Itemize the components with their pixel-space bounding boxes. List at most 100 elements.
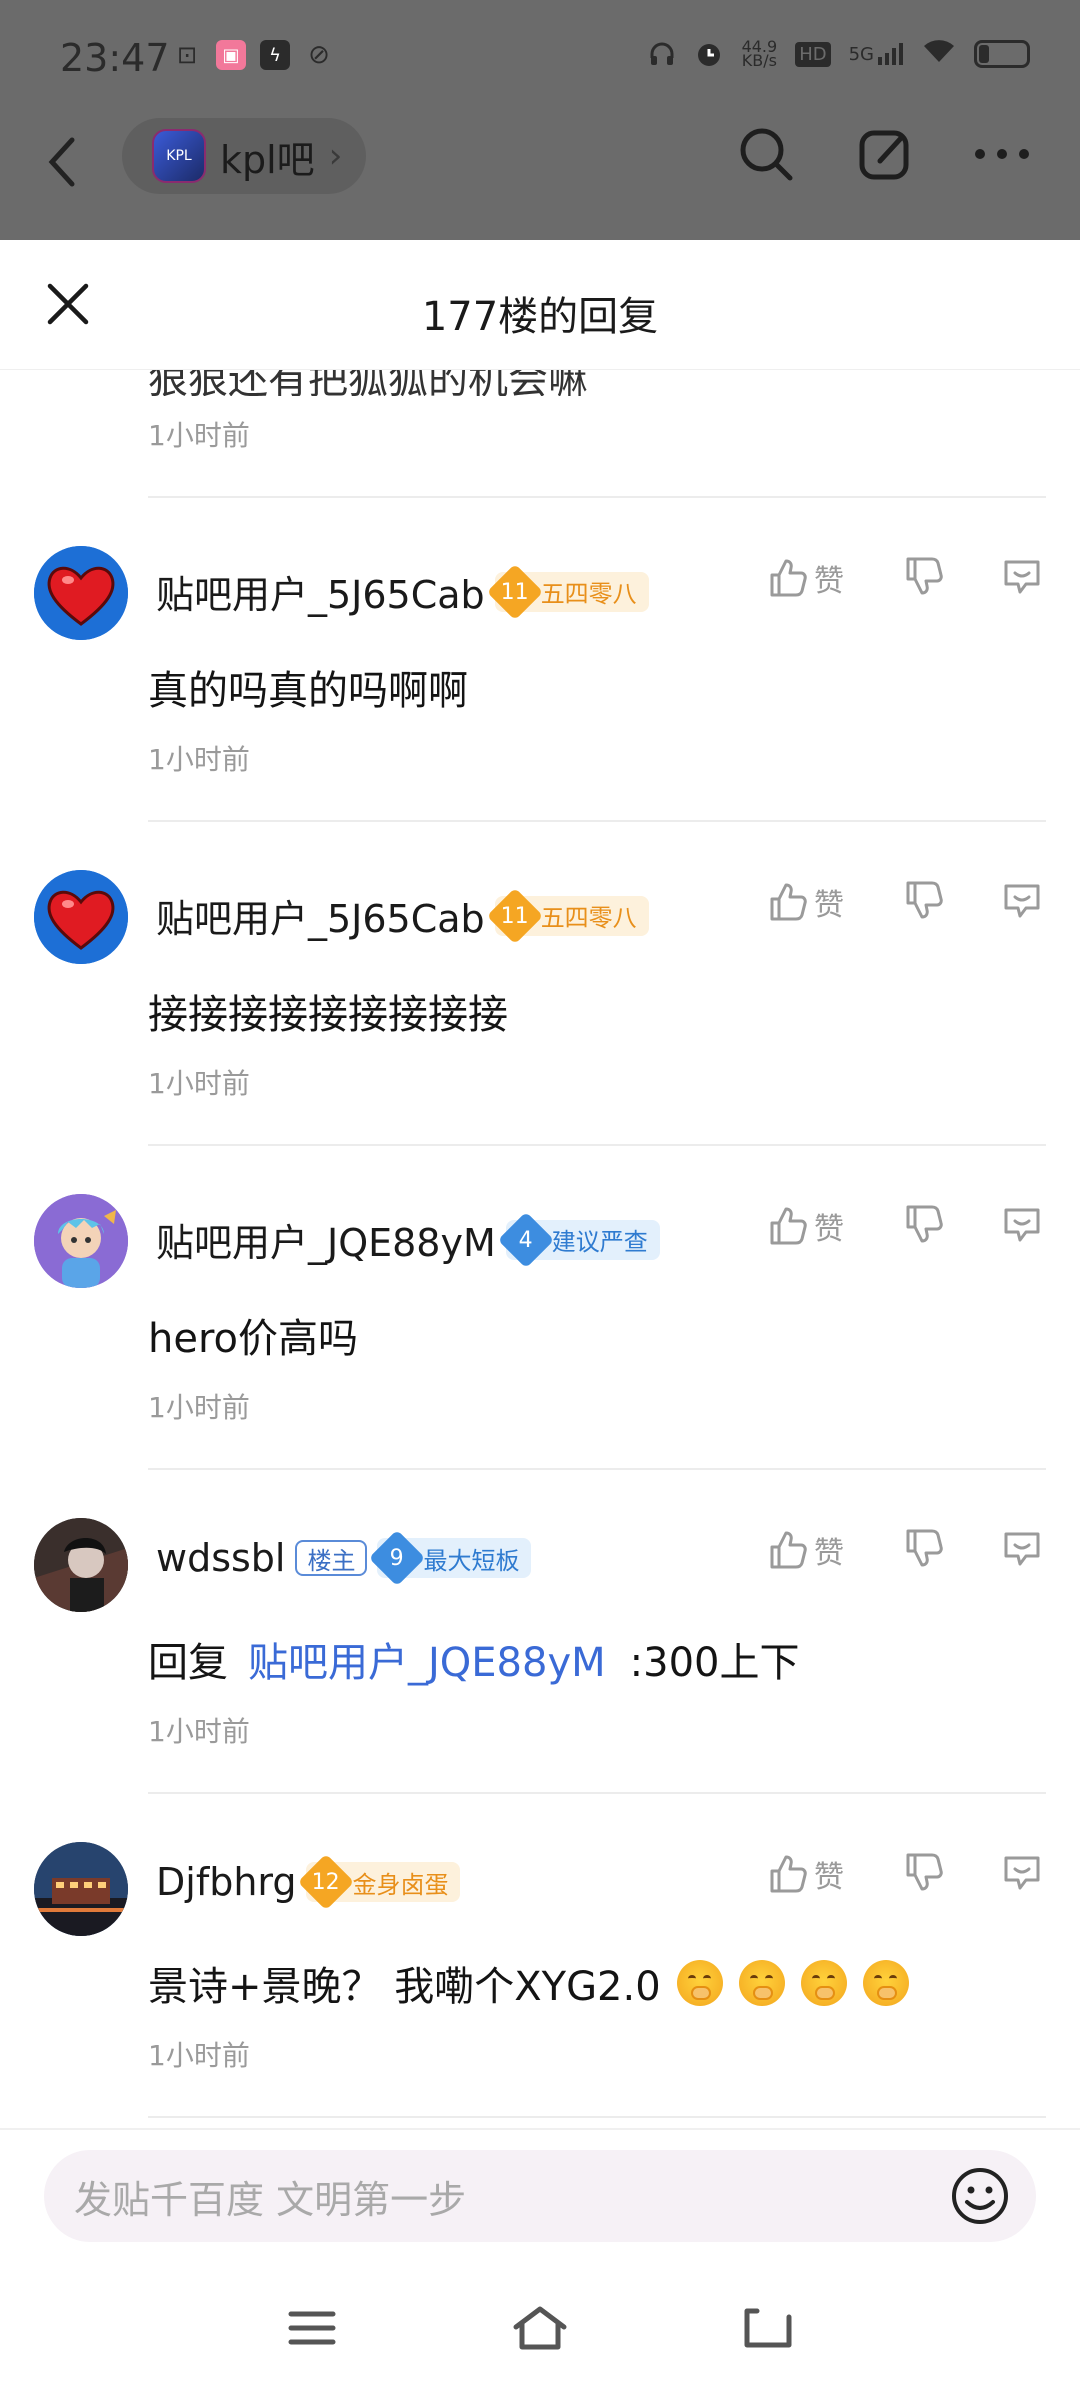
- thumbs-up-icon: [770, 559, 807, 597]
- wifi-icon: [922, 38, 956, 70]
- like-button[interactable]: 赞: [766, 556, 844, 600]
- reply-content: 狠狠还有把狐狐的机会嘛: [148, 370, 588, 396]
- bolt-app-icon: ϟ: [260, 40, 290, 70]
- system-indicators: 44.9 KB/s HD 5G: [648, 38, 1030, 70]
- reply-actions: 赞: [766, 554, 1044, 602]
- like-button[interactable]: 赞: [766, 1852, 844, 1896]
- list-item[interactable]: wdssbl 楼主 9 最大短板 赞 回复 贴吧用户_JQE88yM:300上…: [0, 1470, 1080, 1794]
- level-badge: 11 五四零八: [486, 887, 649, 944]
- notification-icons: ⊡ ▣ ϟ ⊘: [172, 40, 334, 70]
- reply-prefix: 回复: [148, 1640, 228, 1686]
- username[interactable]: wdssbl: [156, 1536, 285, 1580]
- username-row: wdssbl 楼主 9 最大短板: [156, 1529, 532, 1587]
- avatar[interactable]: [34, 546, 128, 640]
- reply-time: 1小时前: [148, 1067, 250, 1100]
- like-button[interactable]: 赞: [766, 1204, 844, 1248]
- reply-text: :300上下: [629, 1640, 800, 1686]
- status-time: 23:47: [60, 36, 170, 80]
- menu-icon[interactable]: [287, 2308, 337, 2352]
- dislike-icon[interactable]: [902, 879, 944, 925]
- search-icon[interactable]: [736, 124, 796, 184]
- net-speed-unit: KB/s: [741, 51, 777, 70]
- comment-icon[interactable]: [1000, 1526, 1044, 1574]
- forum-button[interactable]: KPL kpl吧 ›: [122, 118, 366, 194]
- more-icon[interactable]: [974, 144, 1030, 164]
- signal-icon: 5G: [849, 43, 904, 65]
- dislike-icon[interactable]: [902, 1203, 944, 1249]
- avatar[interactable]: [34, 1194, 128, 1288]
- reply-list: 狠狠还有把狐狐的机会嘛 1小时前 贴吧用户_5J65Cab 11 五四零八 赞: [0, 370, 1080, 2118]
- username[interactable]: 贴吧用户_JQE88yM: [156, 1212, 496, 1267]
- list-item[interactable]: Djfbhrg 12 金身卤蛋 赞 景诗+景晚？ 我嘞个XYG2.0 1小时前: [0, 1794, 1080, 2118]
- link-app-icon: ⊘: [308, 40, 330, 70]
- dislike-icon[interactable]: [902, 1851, 944, 1897]
- level-badge: 4 建议严查: [497, 1211, 660, 1268]
- username-row: 贴吧用户_5J65Cab 11 五四零八: [156, 887, 649, 944]
- edit-icon[interactable]: [856, 125, 914, 183]
- comment-icon[interactable]: [1000, 554, 1044, 602]
- like-button[interactable]: 赞: [766, 880, 844, 924]
- thumbs-up-icon: [770, 883, 807, 921]
- reply-content: hero价高吗: [148, 1316, 358, 1362]
- username-row: 贴吧用户_5J65Cab 11 五四零八: [156, 563, 649, 620]
- comment-input[interactable]: 发贴千百度 文明第一步: [44, 2150, 1036, 2242]
- reply-time: 1小时前: [148, 1715, 250, 1748]
- list-item: 狠狠还有把狐狐的机会嘛 1小时前: [0, 370, 1080, 498]
- battery-icon: [974, 40, 1030, 68]
- hd-icon: HD: [795, 41, 831, 67]
- reply-time: 1小时前: [148, 743, 250, 776]
- list-item[interactable]: 贴吧用户_5J65Cab 11 五四零八 赞 接接接接接接接接接 1小时前: [0, 822, 1080, 1146]
- smirk-face-emoji: [862, 1960, 909, 2006]
- emoji-icon[interactable]: [950, 2166, 1010, 2235]
- reply-text: 景诗+景晚？ 我嘞个XYG2.0: [148, 1964, 661, 2010]
- back-nav-icon[interactable]: [743, 2305, 793, 2355]
- divider: [148, 2116, 1046, 2118]
- list-item[interactable]: 贴吧用户_JQE88yM 4 建议严查 赞 hero价高吗 1小时前: [0, 1146, 1080, 1470]
- back-icon[interactable]: [44, 132, 80, 202]
- reply-time: 1小时前: [148, 1391, 250, 1424]
- reply-time: 1小时前: [148, 419, 250, 452]
- avatar[interactable]: [34, 1518, 128, 1612]
- reply-to-link[interactable]: 贴吧用户_JQE88yM: [248, 1630, 606, 1688]
- level-badge: 11 五四零八: [486, 563, 649, 620]
- bilibili-app-icon: ▣: [216, 40, 246, 70]
- thumbs-up-icon: [770, 1207, 807, 1245]
- reply-time: 1小时前: [148, 2039, 250, 2072]
- like-button[interactable]: 赞: [766, 1528, 844, 1572]
- comment-icon[interactable]: [1000, 878, 1044, 926]
- bilibili-tv-icon: ⊡: [176, 41, 198, 69]
- sheet-title: 177楼的回复: [421, 294, 659, 340]
- reply-content: 接接接接接接接接接: [148, 992, 508, 1038]
- reply-content: 景诗+景晚？ 我嘞个XYG2.0: [148, 1954, 909, 2012]
- smirk-face-emoji: [800, 1960, 847, 2006]
- smirk-face-emoji: [738, 1960, 785, 2006]
- dislike-icon[interactable]: [902, 1527, 944, 1573]
- sheet-header: 177楼的回复: [0, 240, 1080, 370]
- headphones-icon: [648, 40, 676, 68]
- reply-actions: 赞: [766, 1202, 1044, 1250]
- username[interactable]: 贴吧用户_5J65Cab: [156, 888, 485, 943]
- username[interactable]: Djfbhrg: [156, 1860, 296, 1904]
- level-badge: 12 金身卤蛋: [298, 1853, 461, 1911]
- input-placeholder: 发贴千百度 文明第一步: [74, 2177, 467, 2222]
- avatar[interactable]: [34, 1842, 128, 1936]
- home-icon[interactable]: [510, 2303, 570, 2357]
- comment-input-bar: 发贴千百度 文明第一步: [0, 2128, 1080, 2242]
- owner-tag: 楼主: [295, 1540, 368, 1576]
- username-row: Djfbhrg 12 金身卤蛋: [156, 1853, 461, 1911]
- avatar[interactable]: [34, 870, 128, 964]
- reply-sheet: 177楼的回复 狠狠还有把狐狐的机会嘛 1小时前 贴吧用户_5J65Cab 11…: [0, 240, 1080, 2388]
- chevron-right-icon: ›: [328, 136, 343, 176]
- comment-icon[interactable]: [1000, 1202, 1044, 1250]
- level-badge: 9 最大短板: [369, 1529, 532, 1587]
- reply-actions: 赞: [766, 1850, 1044, 1898]
- comment-icon[interactable]: [1000, 1850, 1044, 1898]
- reply-actions: 赞: [766, 1526, 1044, 1574]
- nav-actions: [736, 124, 1030, 184]
- top-nav: KPL kpl吧 ›: [0, 118, 1080, 240]
- username[interactable]: 贴吧用户_5J65Cab: [156, 564, 485, 619]
- dislike-icon[interactable]: [902, 555, 944, 601]
- system-nav-bar: [0, 2272, 1080, 2388]
- forum-logo: KPL: [152, 129, 206, 183]
- list-item[interactable]: 贴吧用户_5J65Cab 11 五四零八 赞 真的吗真的吗啊啊 1小时前: [0, 498, 1080, 822]
